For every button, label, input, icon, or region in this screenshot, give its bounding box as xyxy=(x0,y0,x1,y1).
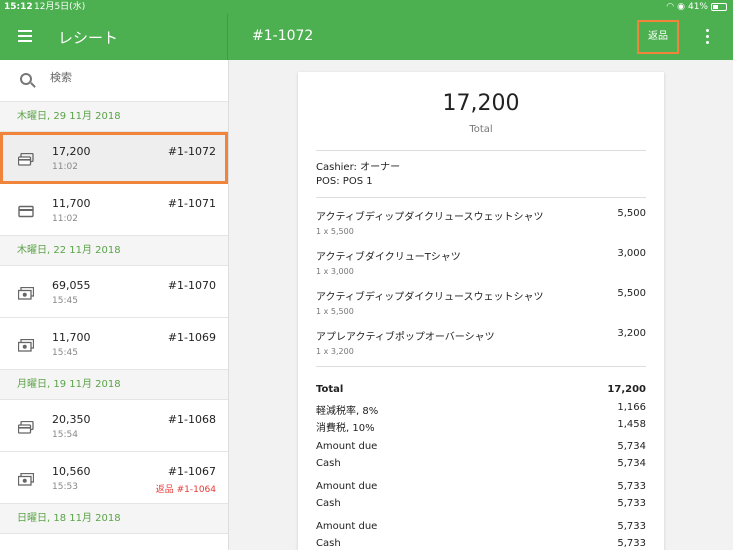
receipt-time: 11:02 xyxy=(52,162,78,172)
receipt-number: #1-1067 xyxy=(167,465,216,478)
cash-icon xyxy=(17,285,35,300)
line-item-qty: 1 x 5,500 xyxy=(316,307,354,316)
battery-icon xyxy=(711,3,727,11)
card-icon xyxy=(18,203,34,218)
line-item-qty: 1 x 3,000 xyxy=(316,267,354,276)
refund-note: 返品 #1-1064 xyxy=(155,485,216,495)
divider xyxy=(316,197,646,198)
line-item-name: アクティブディップダイクリュースウェットシャツ xyxy=(316,212,544,223)
status-date: 12月5日(水) xyxy=(34,2,86,12)
receipt-time: 15:45 xyxy=(52,348,78,358)
receipt-time: 15:54 xyxy=(52,430,78,440)
receipt-title: #1-1072 xyxy=(252,28,314,44)
receipt-list-item[interactable]: 10,560 15:53 #1-1067 返品 #1-1064 xyxy=(0,452,228,504)
summary-total-label: Total xyxy=(316,384,344,395)
receipt-number: #1-1072 xyxy=(167,145,216,158)
tax1-value: 1,166 xyxy=(617,402,646,413)
payment-method-value: 5,733 xyxy=(617,538,646,549)
receipt-detail-area: 17,200 Total Cashier: オーナー POS: POS 1 アク… xyxy=(229,60,733,550)
line-item-price: 3,000 xyxy=(617,248,646,259)
payment-method-value: 5,734 xyxy=(617,458,646,469)
receipt-amount: 11,700 xyxy=(52,197,91,210)
payment-method-label: Cash xyxy=(316,498,341,509)
cashier-line: Cashier: オーナー xyxy=(316,162,401,173)
line-item-qty: 1 x 3,200 xyxy=(316,347,354,356)
receipt-total-amount: 17,200 xyxy=(442,91,520,116)
receipt-number: #1-1070 xyxy=(167,279,216,292)
receipt-total-label: Total xyxy=(469,124,493,135)
amount-due-label: Amount due xyxy=(316,481,378,492)
wifi-icon: ◠ xyxy=(666,2,675,12)
refund-button[interactable]: 返品 xyxy=(637,20,679,54)
line-item-name: アプレアクティブポップオーバーシャツ xyxy=(316,332,495,343)
date-group-header: 木曜日, 29 11月 2018 xyxy=(0,102,228,132)
payment-method-label: Cash xyxy=(316,538,341,549)
app-bar-left: レシート xyxy=(0,14,228,60)
receipt-amount: 11,700 xyxy=(52,331,91,344)
line-item-price: 5,500 xyxy=(617,208,646,219)
battery-fill xyxy=(713,5,718,9)
receipt-amount: 69,055 xyxy=(52,279,91,292)
card-stack-icon xyxy=(17,419,34,434)
line-item-qty: 1 x 5,500 xyxy=(316,227,354,236)
more-options-icon[interactable] xyxy=(700,29,714,45)
payment-method-value: 5,733 xyxy=(617,498,646,509)
line-item-name: アクティブディップダイクリュースウェットシャツ xyxy=(316,292,544,303)
line-item-price: 3,200 xyxy=(617,328,646,339)
cash-icon xyxy=(17,471,35,486)
card-stack-icon xyxy=(17,151,34,166)
receipt-number: #1-1068 xyxy=(167,413,216,426)
date-group-header: 木曜日, 22 11月 2018 xyxy=(0,236,228,266)
status-right: ◠ ◉ 41% xyxy=(666,0,727,14)
status-bar: 15:12 12月5日(水) ◠ ◉ 41% xyxy=(0,0,733,14)
cash-icon xyxy=(17,337,35,352)
receipt-time: 15:45 xyxy=(52,296,78,306)
app-bar: レシート #1-1072 返品 xyxy=(0,14,733,60)
receipt-time: 15:53 xyxy=(52,482,78,492)
amount-due-value: 5,734 xyxy=(617,441,646,452)
payment-method-label: Cash xyxy=(316,458,341,469)
amount-due-value: 5,733 xyxy=(617,521,646,532)
receipt-time: 11:02 xyxy=(52,214,78,224)
receipt-amount: 20,350 xyxy=(52,413,91,426)
search-bar xyxy=(0,60,228,102)
receipt-list-sidebar: 木曜日, 29 11月 2018 17,200 11:02 #1-1072 11,700… xyxy=(0,60,229,550)
lock-rotation-icon: ◉ xyxy=(677,2,685,12)
date-group-header: 月曜日, 19 11月 2018 xyxy=(0,370,228,400)
tax1-label: 軽減税率, 8% xyxy=(316,406,379,417)
tax2-label: 消費税, 10% xyxy=(316,423,375,434)
menu-icon[interactable] xyxy=(18,30,32,42)
receipt-groups: 木曜日, 29 11月 2018 17,200 11:02 #1-1072 11,700… xyxy=(0,102,228,534)
pos-line: POS: POS 1 xyxy=(316,176,373,187)
receipt-list-item[interactable]: 11,700 11:02 #1-1071 xyxy=(0,184,228,236)
date-group-header: 日曜日, 18 11月 2018 xyxy=(0,504,228,534)
receipt-list-item[interactable]: 17,200 11:02 #1-1072 xyxy=(0,132,228,184)
receipt-list-item[interactable]: 11,700 15:45 #1-1069 xyxy=(0,318,228,370)
battery-percent: 41% xyxy=(687,2,708,12)
receipt-amount: 17,200 xyxy=(52,145,91,158)
status-time: 15:12 xyxy=(4,2,33,12)
divider xyxy=(316,366,646,367)
tax2-value: 1,458 xyxy=(617,419,646,430)
search-input[interactable] xyxy=(50,71,210,84)
line-item-name: アクティブダイクリューTシャツ xyxy=(316,252,461,263)
receipt-list-item[interactable]: 69,055 15:45 #1-1070 xyxy=(0,266,228,318)
receipt-number: #1-1069 xyxy=(167,331,216,344)
divider xyxy=(316,150,646,151)
line-item-price: 5,500 xyxy=(617,288,646,299)
amount-due-value: 5,733 xyxy=(617,481,646,492)
amount-due-label: Amount due xyxy=(316,521,378,532)
receipt-list-item[interactable]: 20,350 15:54 #1-1068 xyxy=(0,400,228,452)
receipt-number: #1-1071 xyxy=(167,197,216,210)
receipt-amount: 10,560 xyxy=(52,465,91,478)
receipt-card: 17,200 Total Cashier: オーナー POS: POS 1 アク… xyxy=(298,72,664,550)
search-icon xyxy=(20,73,32,85)
summary-total-value: 17,200 xyxy=(607,384,646,395)
amount-due-label: Amount due xyxy=(316,441,378,452)
app-title: レシート xyxy=(58,29,119,47)
